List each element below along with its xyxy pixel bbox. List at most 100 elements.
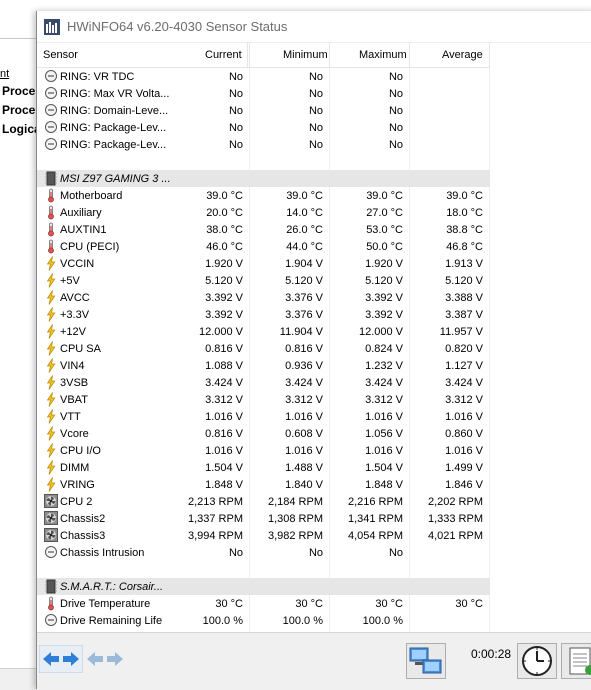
elapsed-time: 0:00:28 (471, 647, 512, 661)
current-value: 1,337 RPM (187, 513, 243, 525)
minimum-value: No (308, 105, 323, 117)
table-row[interactable]: Chassis Intrusion No No No (37, 544, 490, 561)
table-row[interactable]: 3VSB 3.424 V 3.424 V 3.424 V 3.424 V (37, 374, 490, 391)
table-row[interactable]: RING: Package-Lev... No No No (37, 136, 490, 153)
table-row[interactable]: CPU (PECI) 46.0 °C 44.0 °C 50.0 °C 46.8 °C (37, 238, 490, 255)
drive-icon (44, 579, 58, 594)
column-header-average[interactable]: Average (442, 49, 483, 61)
column-header-minimum[interactable]: Minimum (283, 49, 328, 61)
column-divider[interactable] (249, 43, 250, 67)
table-row[interactable]: VBAT 3.312 V 3.312 V 3.312 V 3.312 V (37, 391, 490, 408)
current-value: 5.120 V (205, 275, 243, 287)
table-row[interactable]: VTT 1.016 V 1.016 V 1.016 V 1.016 V (37, 408, 490, 425)
navigate-arrows-button[interactable] (39, 645, 83, 673)
current-value: 3.424 V (205, 377, 243, 389)
lightning-icon (44, 324, 58, 339)
average-value: 1.127 V (445, 360, 483, 372)
maximum-value: 50.0 °C (366, 241, 403, 253)
maximum-value: 4,054 RPM (347, 530, 403, 542)
minimum-value: 44.0 °C (286, 241, 323, 253)
thermometer-icon (44, 239, 58, 254)
network-computers-button[interactable] (406, 643, 446, 679)
sensor-group-row[interactable]: S.M.A.R.T.: Corsair... (37, 578, 490, 595)
table-row[interactable]: CPU 2 2,213 RPM 2,184 RPM 2,216 RPM 2,202 RP… (37, 493, 490, 510)
lightning-icon (44, 375, 58, 390)
minimum-value: 100.0 % (282, 615, 323, 627)
column-divider[interactable] (247, 43, 248, 67)
current-value: 12.000 V (198, 326, 243, 338)
minimum-value: 3.312 V (285, 394, 323, 406)
average-value: 3.312 V (445, 394, 483, 406)
table-row[interactable]: Drive Remaining Life 100.0 % 100.0 % 100.0 … (37, 612, 490, 629)
maximum-value: 27.0 °C (366, 207, 403, 219)
table-row[interactable]: VCCIN 1.920 V 1.904 V 1.920 V 1.913 V (37, 255, 490, 272)
average-value (409, 138, 483, 152)
minimum-value: 0.816 V (285, 343, 323, 355)
report-button[interactable] (561, 643, 591, 679)
table-row[interactable]: VRING 1.848 V 1.840 V 1.848 V 1.846 V (37, 476, 490, 493)
average-value: 38.8 °C (446, 224, 483, 236)
column-divider[interactable] (329, 43, 330, 67)
table-row[interactable]: Auxiliary 20.0 °C 14.0 °C 27.0 °C 18.0 °C (37, 204, 490, 221)
table-row[interactable]: RING: Max VR Volta... No No No (37, 85, 490, 102)
maximum-value: 3.424 V (365, 377, 403, 389)
table-row[interactable]: +5V 5.120 V 5.120 V 5.120 V 5.120 V (37, 272, 490, 289)
table-row[interactable]: RING: Domain-Leve... No No No (37, 102, 490, 119)
table-row[interactable]: DIMM 1.504 V 1.488 V 1.504 V 1.499 V (37, 459, 490, 476)
maximum-value: 1.232 V (365, 360, 403, 372)
current-value: 1.920 V (205, 258, 243, 270)
maximum-value: 5.120 V (365, 275, 403, 287)
column-header-sensor[interactable]: Sensor (43, 49, 78, 61)
sensor-group-row[interactable]: MSI Z97 GAMING 3 ... (37, 170, 490, 187)
clock-reset-button[interactable] (517, 643, 557, 679)
minimum-value: No (308, 88, 323, 100)
table-row[interactable]: CPU I/O 1.016 V 1.016 V 1.016 V 1.016 V (37, 442, 490, 459)
table-row[interactable]: Vcore 0.816 V 0.608 V 1.056 V 0.860 V (37, 425, 490, 442)
column-header-maximum[interactable]: Maximum (359, 49, 407, 61)
background-link[interactable]: nt (0, 68, 9, 80)
table-row[interactable]: +3.3V 3.392 V 3.376 V 3.392 V 3.387 V (37, 306, 490, 323)
background-item-1[interactable]: Proce (2, 84, 35, 98)
background-item-3[interactable]: Logica (2, 122, 41, 136)
average-value: 1.846 V (445, 479, 483, 491)
current-value: 38.0 °C (206, 224, 243, 236)
title-bar[interactable]: HWiNFO64 v6.20-4030 Sensor Status (37, 11, 591, 43)
table-row[interactable]: Drive Temperature 30 °C 30 °C 30 °C 30 °C (37, 595, 490, 612)
maximum-value: 1,341 RPM (347, 513, 403, 525)
table-row[interactable]: Chassis2 1,337 RPM 1,308 RPM 1,341 RPM 1,333… (37, 510, 490, 527)
clock-icon (44, 137, 58, 152)
average-value: 18.0 °C (446, 207, 483, 219)
current-value: 3.392 V (205, 309, 243, 321)
clock-icon (44, 613, 58, 628)
minimum-value: No (308, 122, 323, 134)
column-divider[interactable] (409, 43, 410, 67)
average-value: 30 °C (455, 598, 483, 610)
collapse-arrows-button[interactable] (83, 645, 127, 673)
sensor-table: Sensor Current Minimum Maximum Average R… (37, 43, 591, 641)
table-row[interactable]: Chassis3 3,994 RPM 3,982 RPM 4,054 RPM 4,021… (37, 527, 490, 544)
table-row[interactable]: CPU SA 0.816 V 0.816 V 0.824 V 0.820 V (37, 340, 490, 357)
fan-icon (44, 494, 58, 509)
maximum-value: 1.056 V (365, 428, 403, 440)
minimum-value: 39.0 °C (286, 190, 323, 202)
current-value: 20.0 °C (206, 207, 243, 219)
table-row[interactable]: AUXTIN1 38.0 °C 26.0 °C 53.0 °C 38.8 °C (37, 221, 490, 238)
table-row[interactable]: RING: Package-Lev... No No No (37, 119, 490, 136)
lightning-icon (44, 443, 58, 458)
table-row[interactable]: VIN4 1.088 V 0.936 V 1.232 V 1.127 V (37, 357, 490, 374)
column-header-current[interactable]: Current (205, 49, 242, 61)
minimum-value: 1.488 V (285, 462, 323, 474)
thermometer-icon (44, 205, 58, 220)
average-value (409, 546, 483, 560)
minimum-value: 3.424 V (285, 377, 323, 389)
background-item-2[interactable]: Proce (2, 103, 35, 117)
table-row[interactable]: RING: VR TDC No No No (37, 68, 490, 85)
table-row[interactable]: AVCC 3.392 V 3.376 V 3.392 V 3.388 V (37, 289, 490, 306)
minimum-value: 1.016 V (285, 411, 323, 423)
maximum-value: 30 °C (375, 598, 403, 610)
table-row[interactable]: +12V 12.000 V 11.904 V 12.000 V 11.957 V (37, 323, 490, 340)
lightning-icon (44, 392, 58, 407)
lightning-icon (44, 477, 58, 492)
table-row[interactable]: Motherboard 39.0 °C 39.0 °C 39.0 °C 39.0 °C (37, 187, 490, 204)
maximum-value: 100.0 % (362, 615, 403, 627)
